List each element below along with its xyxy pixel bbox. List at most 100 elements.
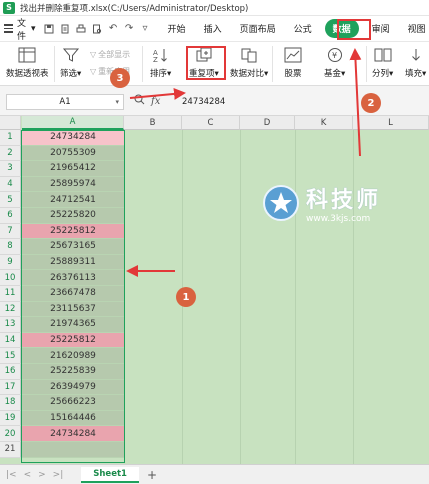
export-pdf-icon[interactable] xyxy=(60,23,71,34)
table-cell[interactable]: 20755309 xyxy=(22,145,124,162)
table-cell[interactable]: 26394979 xyxy=(22,379,124,396)
row-header[interactable]: 3 xyxy=(0,161,21,177)
row-header[interactable]: 2 xyxy=(0,145,21,162)
row-header[interactable]: 19 xyxy=(0,410,21,427)
table-cell[interactable]: 21620989 xyxy=(22,348,124,364)
customize-toolbar-icon[interactable]: ▿ xyxy=(140,23,151,34)
column-header-c[interactable]: C xyxy=(182,116,240,130)
tab-home[interactable]: 开始 xyxy=(159,16,195,41)
svg-text:Z: Z xyxy=(153,56,158,63)
duplicate-cell[interactable]: 24734284 xyxy=(22,130,124,146)
tab-page-layout[interactable]: 页面布局 xyxy=(231,16,285,41)
column-header-b[interactable]: B xyxy=(124,116,182,130)
table-cell[interactable]: 21974365 xyxy=(22,317,124,333)
sheet-tab-sheet1[interactable]: Sheet1 xyxy=(81,466,139,483)
table-cell[interactable]: 21965412 xyxy=(22,161,124,177)
table-cell[interactable]: 15164446 xyxy=(22,410,124,427)
row-header[interactable]: 10 xyxy=(0,270,21,286)
wps-logo-icon: S xyxy=(3,1,15,14)
column-header-d[interactable]: D xyxy=(240,116,295,130)
save-icon[interactable] xyxy=(44,23,55,34)
row-header[interactable]: 5 xyxy=(0,192,21,208)
fill-down-icon xyxy=(406,46,426,64)
row-header[interactable]: 20 xyxy=(0,426,21,442)
column-header-k[interactable]: K xyxy=(295,116,353,130)
fund-button[interactable]: ¥ 基金▾ xyxy=(324,46,345,79)
duplicate-cell[interactable]: 24734284 xyxy=(22,426,124,442)
ribbon-divider xyxy=(272,46,273,82)
sort-label: 排序▾ xyxy=(150,69,172,79)
file-menu[interactable]: 文件 ▾ xyxy=(17,16,36,42)
print-preview-icon[interactable] xyxy=(92,23,103,34)
duplicate-cell[interactable]: 25225812 xyxy=(22,223,124,240)
spreadsheet-grid[interactable]: A B C D K L 1 24734284 2 20755309 3 21965412 4… xyxy=(0,116,429,464)
table-cell[interactable]: 25666223 xyxy=(22,395,124,411)
row-header[interactable]: 15 xyxy=(0,348,21,364)
step-badge-3: 3 xyxy=(110,68,130,88)
row-header[interactable]: 9 xyxy=(0,254,21,271)
pivot-table-button[interactable]: 数据透视表 xyxy=(6,46,49,79)
table-cell[interactable]: 25225820 xyxy=(22,208,124,224)
hamburger-menu-icon[interactable] xyxy=(4,24,14,33)
sort-icon: AZ xyxy=(151,46,171,64)
duplicate-cell[interactable]: 25225812 xyxy=(22,332,124,349)
first-sheet-icon[interactable]: |< xyxy=(6,470,17,480)
pivot-table-label: 数据透视表 xyxy=(6,69,49,79)
stock-chart-icon xyxy=(283,46,303,64)
sort-button[interactable]: AZ 排序▾ xyxy=(150,46,171,79)
print-icon[interactable] xyxy=(76,23,87,34)
ribbon-tabs: 开始 插入 页面布局 公式 数据 审阅 视图 xyxy=(159,16,429,41)
row-header[interactable]: 11 xyxy=(0,286,21,302)
redo-icon[interactable]: ↷ xyxy=(124,23,135,34)
tab-view[interactable]: 视图 xyxy=(399,16,429,41)
data-compare-button[interactable]: 数据对比▾ xyxy=(230,46,268,79)
name-box[interactable]: A1 ▾ xyxy=(6,94,124,110)
row-header[interactable]: 14 xyxy=(0,332,21,349)
next-sheet-icon[interactable]: > xyxy=(38,470,46,480)
reapply-icon: ▽ xyxy=(90,67,97,76)
table-cell[interactable] xyxy=(22,442,124,458)
tab-insert[interactable]: 插入 xyxy=(195,16,231,41)
table-cell[interactable]: 25889311 xyxy=(22,254,124,271)
undo-icon[interactable]: ↶ xyxy=(108,23,119,34)
row-header[interactable]: 13 xyxy=(0,317,21,333)
table-cell[interactable]: 23667478 xyxy=(22,286,124,302)
fill-label: 填充▾ xyxy=(405,69,427,79)
zoom-search-icon[interactable] xyxy=(134,94,145,108)
row-header[interactable]: 8 xyxy=(0,239,21,255)
fill-button[interactable]: 填充▾ xyxy=(405,46,426,79)
select-all-corner[interactable] xyxy=(0,116,21,130)
row-header[interactable]: 17 xyxy=(0,379,21,396)
filter-button[interactable]: 筛选▾ xyxy=(60,46,81,79)
column-header-l[interactable]: L xyxy=(353,116,429,130)
chevron-down-icon[interactable]: ▾ xyxy=(115,98,119,106)
row-header[interactable]: 18 xyxy=(0,395,21,411)
table-cell[interactable]: 26376113 xyxy=(22,270,124,286)
title-bar: S 找出并删除重复项.xlsx(C:/Users/Administrator/D… xyxy=(0,0,429,16)
row-header[interactable]: 7 xyxy=(0,223,21,240)
show-all-button[interactable]: ▽ 全部显示 xyxy=(90,49,130,60)
prev-sheet-icon[interactable]: < xyxy=(24,470,32,480)
table-cell[interactable]: 23115637 xyxy=(22,301,124,318)
table-cell[interactable]: 24712541 xyxy=(22,192,124,208)
last-sheet-icon[interactable]: >| xyxy=(53,470,64,480)
data-compare-label: 数据对比▾ xyxy=(230,69,269,79)
filter-icon xyxy=(61,46,81,64)
row-header[interactable]: 12 xyxy=(0,301,21,318)
row-header[interactable]: 1 xyxy=(0,130,21,146)
split-column-button[interactable]: 分列▾ xyxy=(372,46,393,79)
row-header[interactable]: 4 xyxy=(0,176,21,193)
table-cell[interactable]: 25225839 xyxy=(22,364,124,380)
fx-icon[interactable]: fx xyxy=(151,96,160,107)
tab-formulas[interactable]: 公式 xyxy=(285,16,321,41)
formula-input[interactable]: 24734284 xyxy=(182,97,225,107)
table-cell[interactable]: 25895974 xyxy=(22,176,124,193)
stocks-button[interactable]: 股票 xyxy=(283,46,303,79)
watermark-url: www.3kjs.com xyxy=(306,214,371,224)
row-header[interactable]: 6 xyxy=(0,208,21,224)
row-header[interactable]: 16 xyxy=(0,364,21,380)
row-header[interactable]: 21 xyxy=(0,442,21,458)
column-header-a[interactable]: A xyxy=(22,116,124,130)
add-sheet-icon[interactable]: + xyxy=(147,468,157,482)
table-cell[interactable]: 25673165 xyxy=(22,239,124,255)
